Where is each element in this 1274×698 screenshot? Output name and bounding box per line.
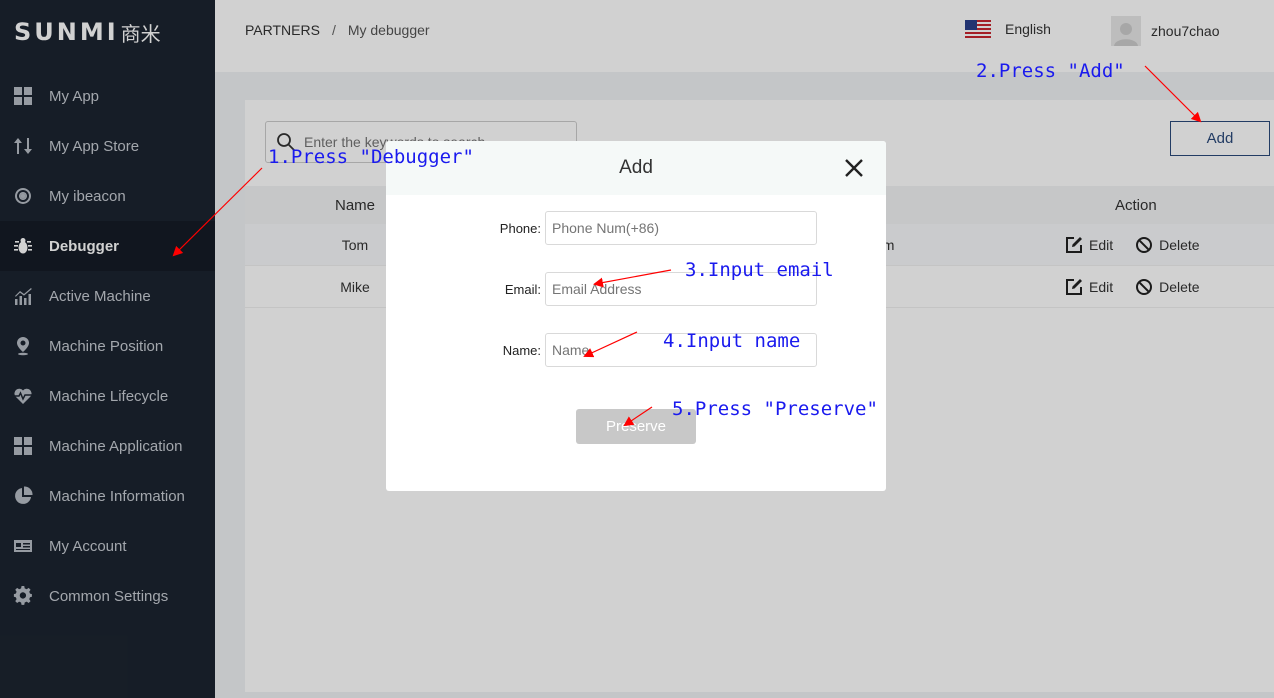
dialog-title: Add <box>619 157 653 178</box>
annotation-step3: 3.Input email <box>685 259 834 281</box>
annotation-step4: 4.Input name <box>663 330 801 352</box>
email-label: Email: <box>504 281 541 297</box>
annotation-step5: 5.Press "Preserve" <box>672 398 878 420</box>
add-dialog: Add Phone: Email: Name: Preserve <box>386 141 886 491</box>
phone-label: Phone: <box>499 220 541 236</box>
phone-row: Phone: <box>386 211 886 245</box>
name-label: Name: <box>502 342 541 358</box>
annotation-step1: 1.Press "Debugger" <box>268 146 474 168</box>
close-icon[interactable] <box>842 156 866 180</box>
phone-input[interactable] <box>545 211 817 245</box>
name-row: Name: <box>386 333 886 367</box>
annotation-step2: 2.Press "Add" <box>976 60 1125 82</box>
